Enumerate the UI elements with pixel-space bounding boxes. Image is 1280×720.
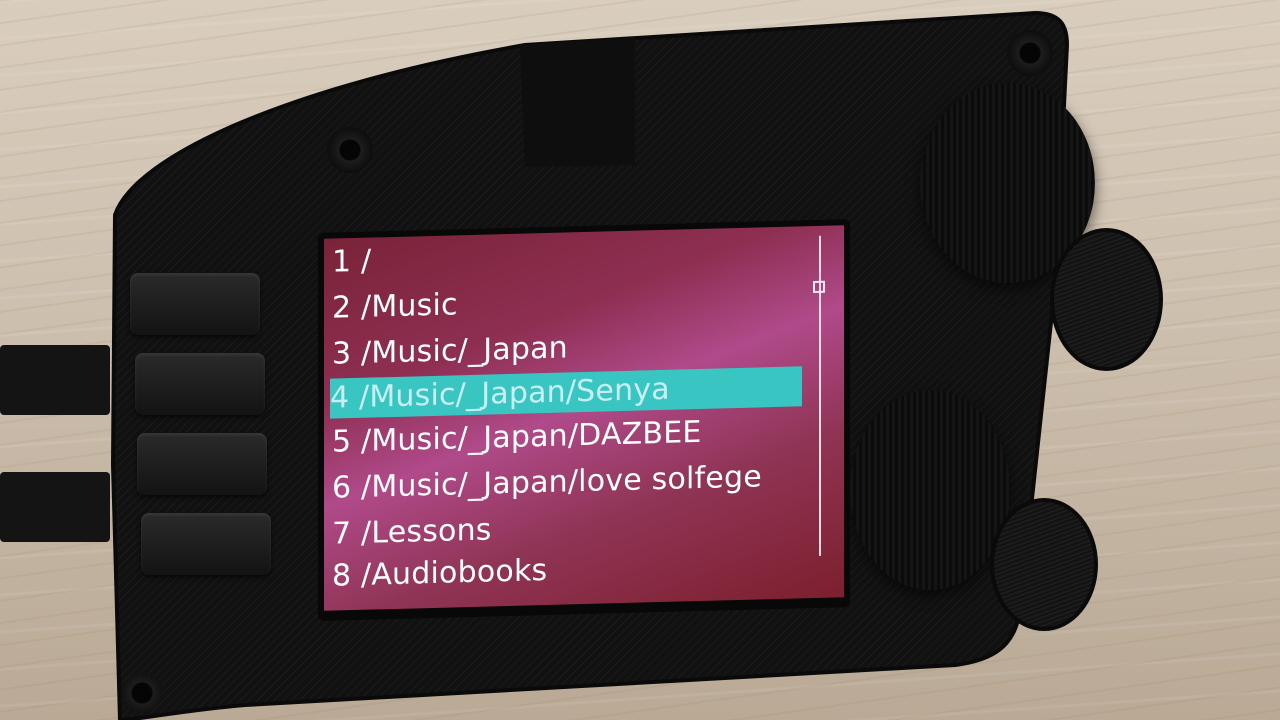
rotary-knob-icon: [1050, 228, 1163, 371]
screw-icon: [1007, 30, 1053, 76]
mount-strap-lower: [0, 472, 110, 542]
side-button-4[interactable]: [141, 513, 271, 575]
list-item-lessons[interactable]: 7 /Lessons: [332, 510, 492, 554]
display-screen: 1 / 2 /Music 3 /Music/_Japan 4 /Music/_J…: [324, 225, 844, 611]
side-button-2[interactable]: [135, 353, 265, 415]
list-item-root[interactable]: 1 /: [332, 242, 371, 283]
mount-strap-upper: [0, 345, 110, 415]
list-item-dazbee[interactable]: 5 /Music/_Japan/DAZBEE: [332, 413, 702, 463]
list-item-audiobooks[interactable]: 8 /Audiobooks: [332, 551, 547, 597]
list-item-music[interactable]: 2 /Music: [332, 285, 458, 328]
screw-icon: [122, 673, 162, 713]
rotary-knob-icon: [990, 498, 1098, 631]
side-button-3[interactable]: [137, 433, 267, 495]
scrollbar-thumb[interactable]: [813, 280, 825, 294]
list-item-love-solfege[interactable]: 6 /Music/_Japan/love solfege: [332, 457, 762, 508]
list-item-japan[interactable]: 3 /Music/_Japan: [332, 328, 568, 374]
screw-icon: [327, 127, 373, 173]
side-button-1[interactable]: [130, 273, 260, 335]
list-item-senya-selected[interactable]: 4 /Music/_Japan/Senya: [330, 366, 802, 419]
